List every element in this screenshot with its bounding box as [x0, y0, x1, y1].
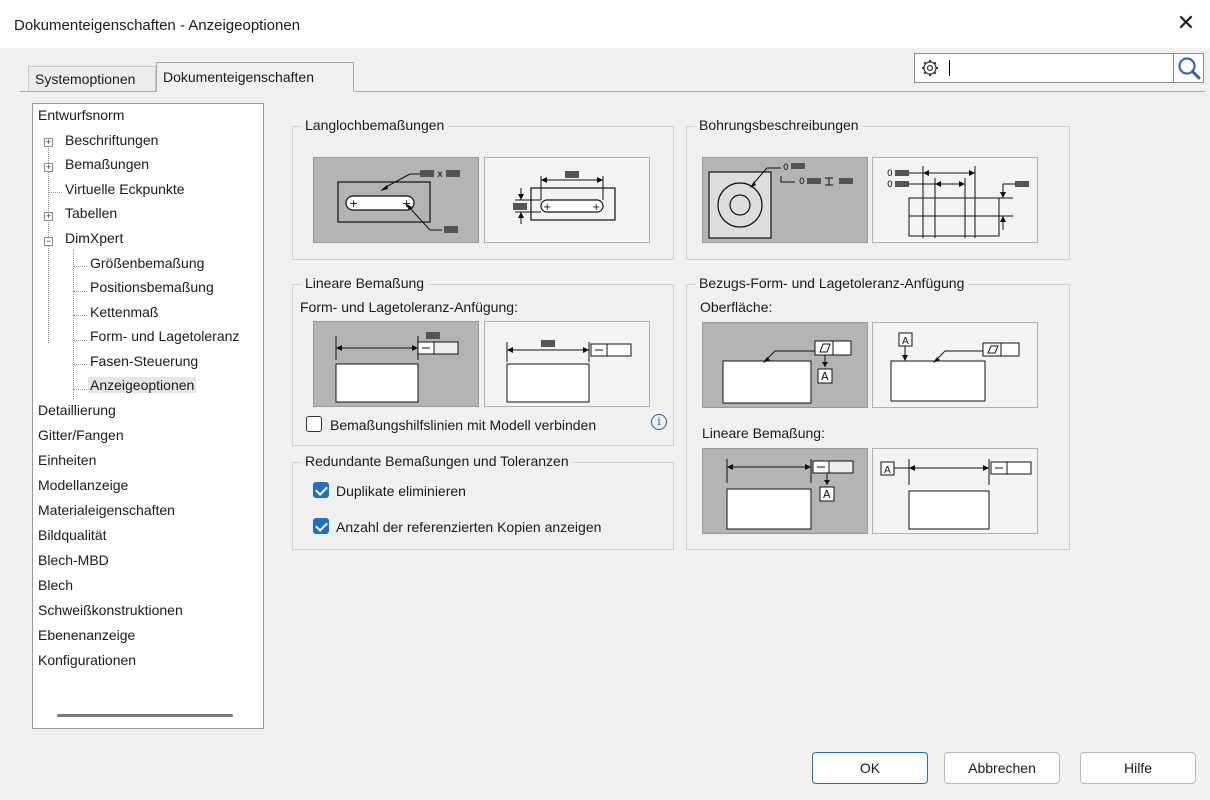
tree-item-dimxpert[interactable]: DimXpert — [65, 230, 123, 246]
slot-dimension-diagram-2: + + — [513, 171, 616, 224]
search-icon — [1178, 57, 1201, 80]
close-icon[interactable]: ✕ — [1172, 10, 1200, 38]
collapse-icon[interactable]: − — [44, 237, 53, 246]
datum-linear-option-2-tile[interactable]: A — [872, 448, 1038, 534]
ok-button[interactable]: OK — [812, 752, 928, 784]
datum-surface-option-1-tile[interactable]: A — [702, 322, 868, 408]
tree-item-bemassungen[interactable]: Bemaßungen — [65, 156, 149, 172]
tree-item-detaillierung[interactable]: Detaillierung — [38, 402, 116, 418]
tree-item-blech[interactable]: Blech — [38, 577, 73, 593]
search-input[interactable] — [914, 53, 1174, 83]
tree-item-beschriftungen[interactable]: Beschriftungen — [65, 132, 158, 148]
horizontal-scrollbar[interactable] — [57, 714, 233, 717]
eliminate-duplicates-checkbox[interactable] — [313, 482, 329, 498]
tab-dokumenteigenschaften[interactable]: Dokumenteigenschaften — [156, 62, 354, 92]
tree-item-materialeigenschaften[interactable]: Materialeigenschaften — [38, 502, 175, 518]
svg-text:x: x — [437, 169, 443, 180]
svg-text:+: + — [543, 202, 551, 213]
connect-extension-lines-checkbox[interactable] — [306, 416, 322, 432]
svg-text:+: + — [592, 202, 600, 213]
tree-line — [73, 389, 87, 390]
hole-depth-prefix: 0 — [887, 180, 893, 190]
tree-line — [73, 364, 87, 365]
tree-item-gitter-fangen[interactable]: Gitter/Fangen — [38, 427, 124, 443]
connect-extension-lines-label: Bemaßungshilfslinien mit Modell verbinde… — [330, 417, 597, 433]
options-tree[interactable]: + + + − Entwurfsnorm Beschriftungen Bema… — [32, 103, 264, 729]
eliminate-duplicates-label: Duplikate eliminieren — [336, 483, 466, 499]
tree-line — [73, 340, 87, 341]
datum-linear-option-1-tile[interactable]: A — [702, 448, 868, 534]
tree-item-virtuelle-eckpunkte[interactable]: Virtuelle Eckpunkte — [65, 181, 185, 197]
title-bar: Dokumenteigenschaften - Anzeigeoptionen … — [0, 0, 1210, 48]
datum-surface-option-2-tile[interactable]: A — [872, 322, 1038, 408]
hole-callout-diagram-1: 0 0 — [708, 163, 853, 239]
hole-depth-prefix: 0 — [783, 163, 789, 173]
tree-item-anzeigeoptionen[interactable]: Anzeigeoptionen — [88, 377, 197, 393]
group-title-redundant: Redundante Bemaßungen und Toleranzen — [301, 453, 573, 469]
tree-item-kettenmass[interactable]: Kettenmaß — [90, 304, 158, 320]
text-caret — [949, 60, 950, 76]
datum-linear-label: Lineare Bemaßung: — [702, 425, 825, 441]
tree-item-tabellen[interactable]: Tabellen — [65, 205, 117, 221]
show-referenced-copies-label: Anzahl der referenzierten Kopien anzeige… — [336, 519, 602, 535]
hole-depth-prefix: 0 — [887, 169, 893, 179]
tree-item-konfigurationen[interactable]: Konfigurationen — [38, 652, 136, 668]
tree-item-modellanzeige[interactable]: Modellanzeige — [38, 477, 128, 493]
datum-surface-diagram-2: A — [890, 332, 1020, 402]
datum-letter: A — [884, 465, 891, 476]
tree-item-entwurfsnorm[interactable]: Entwurfsnorm — [38, 107, 124, 123]
tree-item-blech-mbd[interactable]: Blech-MBD — [38, 552, 109, 568]
tab-systemoptionen[interactable]: Systemoptionen — [28, 66, 156, 92]
tree-item-groessenbemassung[interactable]: Größenbemaßung — [90, 255, 204, 271]
gear-icon — [922, 60, 938, 76]
surface-label: Oberfläche: — [700, 299, 773, 315]
info-icon[interactable]: i — [651, 414, 667, 430]
dialog-window: Dokumenteigenschaften - Anzeigeoptionen … — [0, 0, 1210, 800]
tree-item-ebenenanzeige[interactable]: Ebenenanzeige — [38, 627, 135, 643]
expand-icon[interactable]: + — [44, 163, 53, 172]
group-title-linear: Lineare Bemaßung — [301, 275, 429, 291]
tree-item-schweisskonstruktionen[interactable]: Schweißkonstruktionen — [38, 602, 183, 618]
group-title-datum: Bezugs-Form- und Lagetoleranz-Anfügung — [695, 275, 969, 291]
linear-gtol-diagram-2 — [506, 340, 632, 403]
window-title: Dokumenteigenschaften - Anzeigeoptionen — [14, 17, 301, 34]
slot-dimension-diagram-1: + + x — [337, 169, 460, 233]
search-button[interactable] — [1174, 53, 1204, 83]
linear-option-1-tile[interactable] — [313, 321, 479, 407]
datum-letter: A — [823, 488, 831, 501]
show-referenced-copies-checkbox[interactable] — [313, 518, 329, 534]
tree-line — [73, 291, 87, 292]
linear-option-2-tile[interactable] — [484, 321, 650, 407]
slot-option-1-tile[interactable]: + + x — [313, 157, 479, 243]
help-button[interactable]: Hilfe — [1080, 752, 1196, 784]
cancel-button[interactable]: Abbrechen — [944, 752, 1060, 784]
tree-item-positionsbemassung[interactable]: Positionsbemaßung — [90, 279, 214, 295]
tree-line — [73, 266, 87, 267]
tree-line — [73, 249, 74, 399]
group-title-slot: Langlochbemaßungen — [301, 117, 449, 133]
datum-linear-diagram-1: A — [726, 459, 854, 530]
tree-item-einheiten[interactable]: Einheiten — [38, 452, 96, 468]
datum-letter: A — [902, 336, 909, 347]
hole-option-2-tile[interactable]: 0 0 — [872, 157, 1038, 243]
datum-linear-diagram-2: A — [880, 459, 1032, 530]
tree-line — [73, 315, 87, 316]
expand-icon[interactable]: + — [44, 212, 53, 221]
svg-text:+: + — [349, 197, 358, 210]
group-redundant-dimensions: Redundante Bemaßungen und Toleranzen — [292, 453, 674, 550]
linear-gtol-diagram-1 — [335, 332, 459, 403]
hole-depth-prefix: 0 — [799, 177, 805, 187]
tree-item-form-und-lagetoleranz[interactable]: Form- und Lagetoleranz — [90, 328, 239, 344]
expand-icon[interactable]: + — [44, 138, 53, 147]
tree-line — [48, 192, 62, 193]
hole-callout-diagram-2: 0 0 — [887, 166, 1029, 238]
datum-surface-diagram-1: A — [722, 340, 852, 404]
group-title-hole: Bohrungsbeschreibungen — [695, 117, 863, 133]
linear-gtol-label: Form- und Lagetoleranz-Anfügung: — [300, 299, 518, 315]
tree-item-fasen-steuerung[interactable]: Fasen-Steuerung — [90, 353, 198, 369]
hole-option-1-tile[interactable]: 0 0 — [702, 157, 868, 243]
datum-letter: A — [821, 370, 829, 383]
tree-item-bildqualitaet[interactable]: Bildqualität — [38, 527, 107, 543]
slot-option-2-tile[interactable]: + + — [484, 157, 650, 243]
